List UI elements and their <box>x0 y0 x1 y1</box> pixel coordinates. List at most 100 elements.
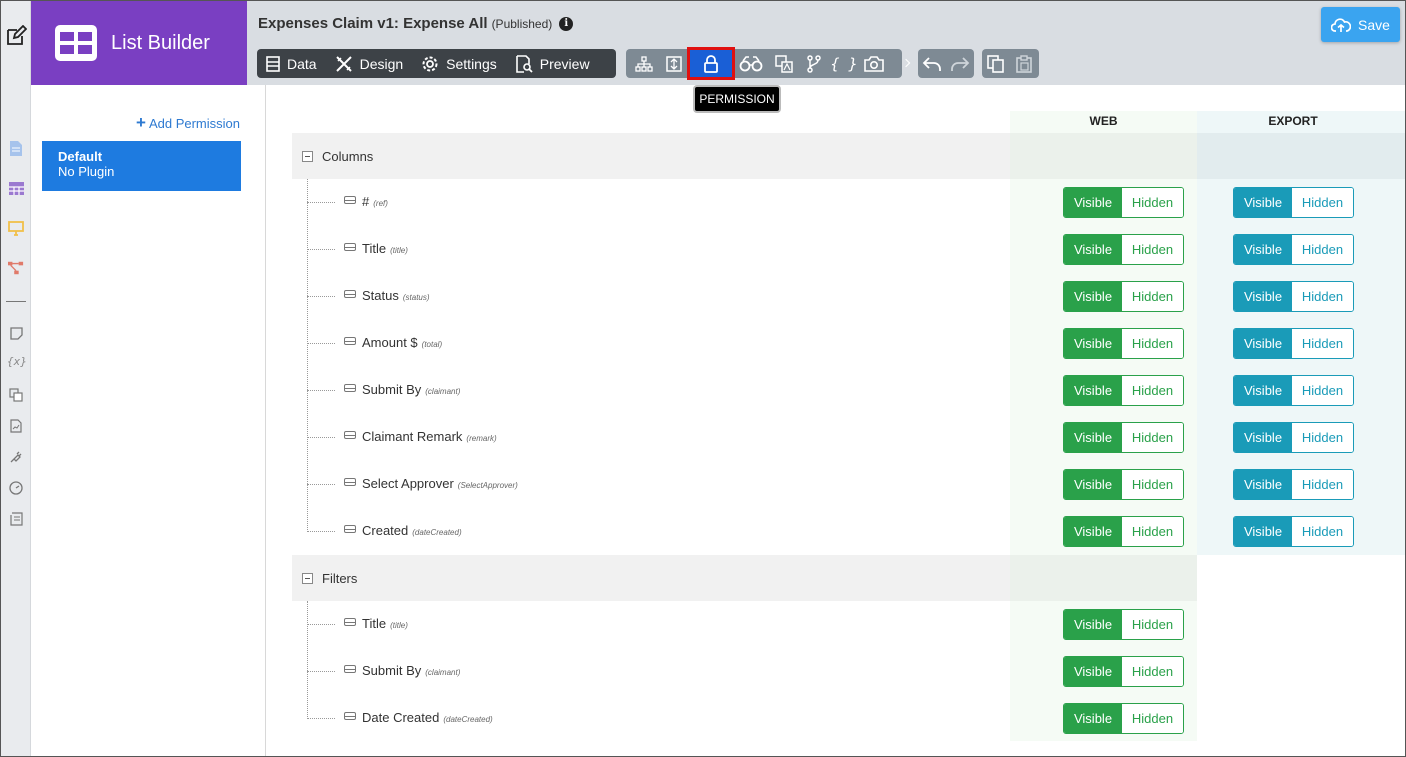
gauge-icon[interactable] <box>8 480 24 496</box>
field-icon <box>344 384 356 392</box>
copy-icon[interactable] <box>982 49 1010 78</box>
design-button[interactable]: Design <box>326 49 413 78</box>
visible-button[interactable]: Visible <box>1234 188 1293 217</box>
table-row: # (ref) <box>307 179 1007 226</box>
hidden-button[interactable]: Hidden <box>1292 282 1353 311</box>
visible-button[interactable]: Visible <box>1064 657 1123 686</box>
sitemap-icon[interactable] <box>629 49 659 78</box>
form-icon[interactable] <box>8 511 24 527</box>
hidden-button[interactable]: Hidden <box>1122 657 1183 686</box>
hidden-button[interactable]: Hidden <box>1122 517 1183 546</box>
branch-icon[interactable] <box>799 49 829 78</box>
web-visibility-toggle: Visible Hidden <box>1063 234 1184 265</box>
hidden-button[interactable]: Hidden <box>1292 235 1353 264</box>
field-key: (claimant) <box>425 668 461 677</box>
visible-button[interactable]: Visible <box>1234 423 1293 452</box>
table-row: Title (title) <box>307 601 1007 648</box>
visible-button[interactable]: Visible <box>1234 329 1293 358</box>
tool-icons-group: { } <box>626 47 902 80</box>
hidden-button[interactable]: Hidden <box>1292 423 1353 452</box>
translate-icon[interactable] <box>8 387 24 403</box>
field-icon <box>344 243 356 251</box>
web-visibility-toggle: Visible Hidden <box>1063 516 1184 547</box>
split-icon[interactable] <box>659 49 689 78</box>
table-row: Submit By (claimant) <box>307 367 1007 414</box>
collapse-icon[interactable] <box>302 572 313 584</box>
visible-button[interactable]: Visible <box>1234 235 1293 264</box>
visible-button[interactable]: Visible <box>1064 188 1123 217</box>
gear-icon <box>422 56 438 71</box>
camera-icon[interactable] <box>859 49 889 78</box>
export-visibility-toggle: Visible Hidden <box>1233 375 1354 406</box>
visible-button[interactable]: Visible <box>1234 376 1293 405</box>
hidden-button[interactable]: Hidden <box>1122 282 1183 311</box>
save-label: Save <box>1358 16 1390 33</box>
save-button[interactable]: Save <box>1321 7 1400 42</box>
workflow-icon[interactable] <box>8 260 24 276</box>
section-filters[interactable]: Filters <box>292 555 1010 601</box>
hidden-button[interactable]: Hidden <box>1122 704 1183 733</box>
variable-icon[interactable]: {x} <box>7 355 27 368</box>
hidden-button[interactable]: Hidden <box>1122 610 1183 639</box>
web-visibility-toggle: Visible Hidden <box>1063 375 1184 406</box>
hidden-button[interactable]: Hidden <box>1122 235 1183 264</box>
document-icon[interactable] <box>8 140 24 156</box>
visible-button[interactable]: Visible <box>1234 470 1293 499</box>
monitor-icon[interactable] <box>8 220 24 236</box>
hidden-button[interactable]: Hidden <box>1292 517 1353 546</box>
lock-icon[interactable] <box>687 47 735 80</box>
binoculars-icon[interactable] <box>733 49 769 78</box>
redo-icon[interactable] <box>946 49 974 78</box>
hidden-button[interactable]: Hidden <box>1122 423 1183 452</box>
visible-button[interactable]: Visible <box>1064 704 1123 733</box>
export-visibility-toggle: Visible Hidden <box>1233 469 1354 500</box>
visible-button[interactable]: Visible <box>1234 517 1293 546</box>
visible-button[interactable]: Visible <box>1064 282 1123 311</box>
hidden-button[interactable]: Hidden <box>1122 188 1183 217</box>
add-permission-link[interactable]: + Add Permission <box>136 113 240 133</box>
field-key: (dateCreated) <box>443 715 493 724</box>
paste-icon[interactable] <box>1010 49 1038 78</box>
toolbar-scroll-chevron-icon[interactable] <box>902 56 912 72</box>
collapse-icon[interactable] <box>302 150 313 162</box>
note-icon[interactable] <box>8 325 24 341</box>
preview-button[interactable]: Preview <box>506 49 599 78</box>
preview-icon <box>515 54 533 73</box>
undo-icon[interactable] <box>918 49 946 78</box>
field-icon <box>344 525 356 533</box>
visible-button[interactable]: Visible <box>1064 423 1123 452</box>
hidden-button[interactable]: Hidden <box>1292 376 1353 405</box>
visible-button[interactable]: Visible <box>1064 235 1123 264</box>
field-label: Amount $ <box>362 335 418 350</box>
hidden-button[interactable]: Hidden <box>1122 376 1183 405</box>
visible-button[interactable]: Visible <box>1064 470 1123 499</box>
field-label: Date Created <box>362 710 440 725</box>
visible-button[interactable]: Visible <box>1064 329 1123 358</box>
braces-icon[interactable]: { } <box>829 49 859 78</box>
translate-icon[interactable] <box>769 49 799 78</box>
permission-item-default[interactable]: Default No Plugin <box>42 141 241 191</box>
table-row: Title (title) <box>307 226 1007 273</box>
data-button[interactable]: Data <box>257 49 326 78</box>
add-permission-label: Add Permission <box>148 115 240 131</box>
field-label: Claimant Remark <box>362 429 463 444</box>
plug-icon[interactable] <box>8 449 24 465</box>
visible-button[interactable]: Visible <box>1064 376 1123 405</box>
edit-icon[interactable] <box>1 1 31 85</box>
file-chart-icon[interactable] <box>8 418 24 434</box>
hidden-button[interactable]: Hidden <box>1122 470 1183 499</box>
hidden-button[interactable]: Hidden <box>1122 329 1183 358</box>
cloud-upload-icon <box>1331 17 1352 32</box>
hidden-button[interactable]: Hidden <box>1292 188 1353 217</box>
web-visibility-toggle: Visible Hidden <box>1063 703 1184 734</box>
hidden-button[interactable]: Hidden <box>1292 329 1353 358</box>
visible-button[interactable]: Visible <box>1064 610 1123 639</box>
info-icon[interactable]: i <box>559 16 574 31</box>
visible-button[interactable]: Visible <box>1064 517 1123 546</box>
history-group <box>918 49 974 78</box>
table-icon[interactable] <box>8 180 24 196</box>
visible-button[interactable]: Visible <box>1234 282 1293 311</box>
hidden-button[interactable]: Hidden <box>1292 470 1353 499</box>
settings-button[interactable]: Settings <box>412 49 506 78</box>
section-columns[interactable]: Columns <box>292 133 1010 179</box>
